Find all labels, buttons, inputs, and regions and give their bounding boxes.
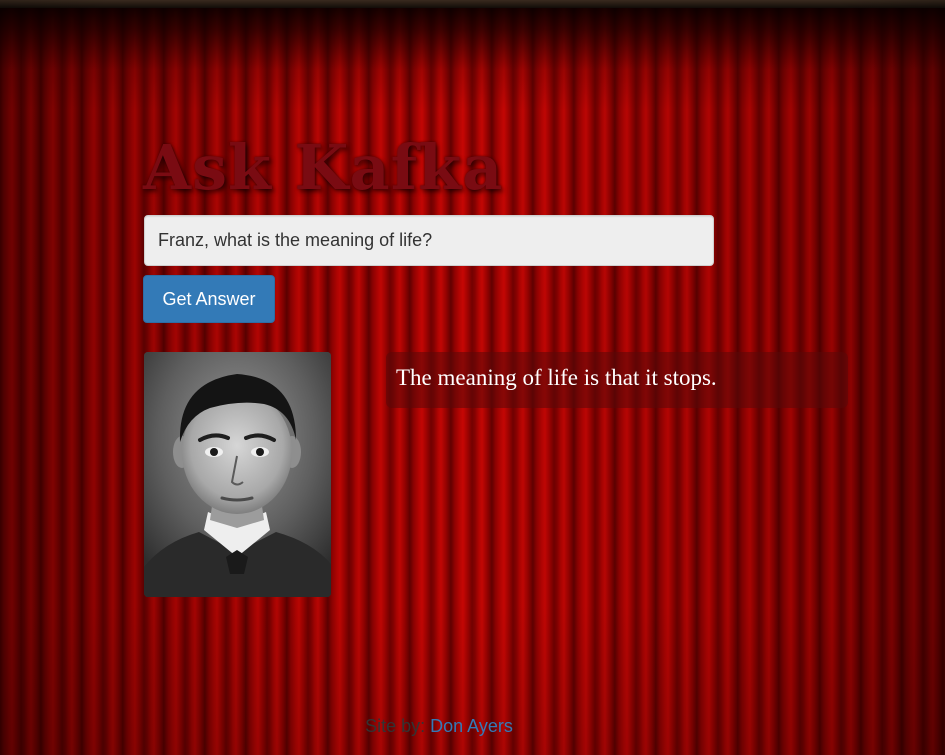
answer-box: The meaning of life is that it stops. (386, 352, 848, 408)
footer-prefix: Site by: (365, 716, 426, 736)
curtain-rail (0, 0, 945, 8)
question-input[interactable] (144, 215, 714, 266)
get-answer-button[interactable]: Get Answer (143, 275, 275, 323)
author-link[interactable]: Don Ayers (430, 716, 513, 736)
portrait-icon (144, 352, 331, 597)
answer-text: The meaning of life is that it stops. (396, 365, 717, 390)
page-title: Ask Kafka (143, 131, 504, 204)
kafka-portrait (144, 352, 331, 597)
footer: Site by: Don Ayers (0, 714, 878, 738)
